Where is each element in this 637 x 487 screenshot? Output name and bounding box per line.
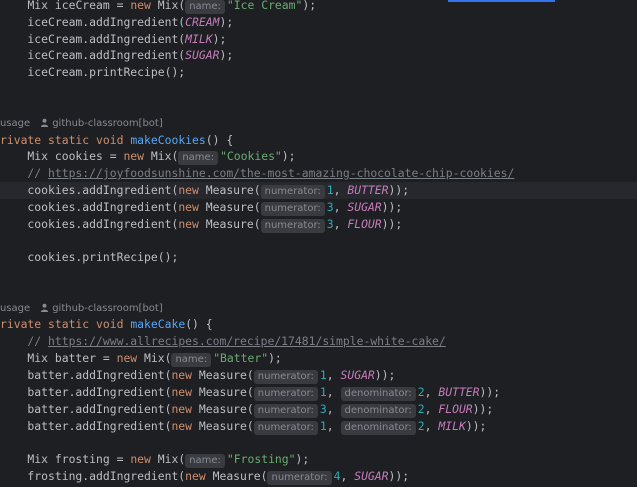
code-line[interactable]: // https://www.allrecipes.com/recipe/174…	[0, 333, 637, 350]
usage-inlay[interactable]: usage github-classroom[bot]	[0, 115, 637, 132]
code-line[interactable]: cookies.printRecipe();	[0, 249, 637, 266]
code-line[interactable]: batter.addIngredient(new Measure(numerat…	[0, 384, 637, 401]
person-icon	[41, 303, 49, 312]
code-line[interactable]: rivate static void makeCookies() {	[0, 132, 637, 149]
person-icon	[41, 118, 49, 127]
code-line[interactable]: Mix batter = new Mix(name: "Batter");	[0, 350, 637, 367]
param-hint: name:	[185, 454, 225, 468]
code-line[interactable]: batter.addIngredient(new Measure(numerat…	[0, 401, 637, 418]
param-hint: denominator:	[340, 404, 416, 418]
param-hint: denominator:	[340, 387, 416, 401]
code-line[interactable]: Mix iceCream = new Mix(name: "Ice Cream")…	[0, 0, 637, 14]
param-hint: numerator:	[267, 471, 332, 485]
param-hint: numerator:	[260, 185, 325, 199]
code-line[interactable]: batter.addIngredient(new Measure(numerat…	[0, 367, 637, 384]
param-hint: name:	[171, 353, 212, 367]
usage-inlay[interactable]: usage github-classroom[bot]	[0, 300, 637, 317]
param-hint: numerator:	[253, 370, 318, 384]
code-line[interactable]: frosting.addIngredient(new Measure(numer…	[0, 468, 637, 485]
code-line[interactable]: iceCream.addIngredient(SUGAR);	[0, 47, 637, 64]
code-editor[interactable]: Mix iceCream = new Mix(name: "Ice Cream")…	[0, 0, 637, 487]
code-line[interactable]: Mix cookies = new Mix(name: "Cookies");	[0, 148, 637, 165]
code-line[interactable]: iceCream.printRecipe();	[0, 64, 637, 81]
param-hint: numerator:	[253, 387, 318, 401]
param-hint: numerator:	[253, 404, 318, 418]
code-line[interactable]: cookies.addIngredient(new Measure(numera…	[0, 199, 637, 216]
param-hint: denominator:	[340, 421, 416, 435]
param-hint: numerator:	[253, 421, 318, 435]
param-hint: numerator:	[260, 202, 325, 216]
code-line[interactable]: iceCream.addIngredient(MILK);	[0, 31, 637, 48]
code-line[interactable]: iceCream.addIngredient(CREAM);	[0, 14, 637, 31]
code-line[interactable]: rivate static void makeCake() {	[0, 316, 637, 333]
code-line[interactable]: cookies.addIngredient(new Measure(numera…	[0, 216, 637, 233]
param-hint: name:	[178, 151, 219, 165]
param-hint: name:	[185, 0, 225, 14]
code-line[interactable]: // https://joyfoodsunshine.com/the-most-…	[0, 165, 637, 182]
comment-link[interactable]: https://www.allrecipes.com/recipe/17481/…	[48, 334, 446, 348]
comment-link[interactable]: https://joyfoodsunshine.com/the-most-ama…	[48, 166, 514, 180]
code-line[interactable]: batter.addIngredient(new Measure(numerat…	[0, 418, 637, 435]
code-line[interactable]: Mix frosting = new Mix(name: "Frosting");	[0, 451, 637, 468]
code-line-current[interactable]: cookies.addIngredient(new Measure(numera…	[0, 182, 637, 199]
param-hint: numerator:	[260, 219, 325, 233]
